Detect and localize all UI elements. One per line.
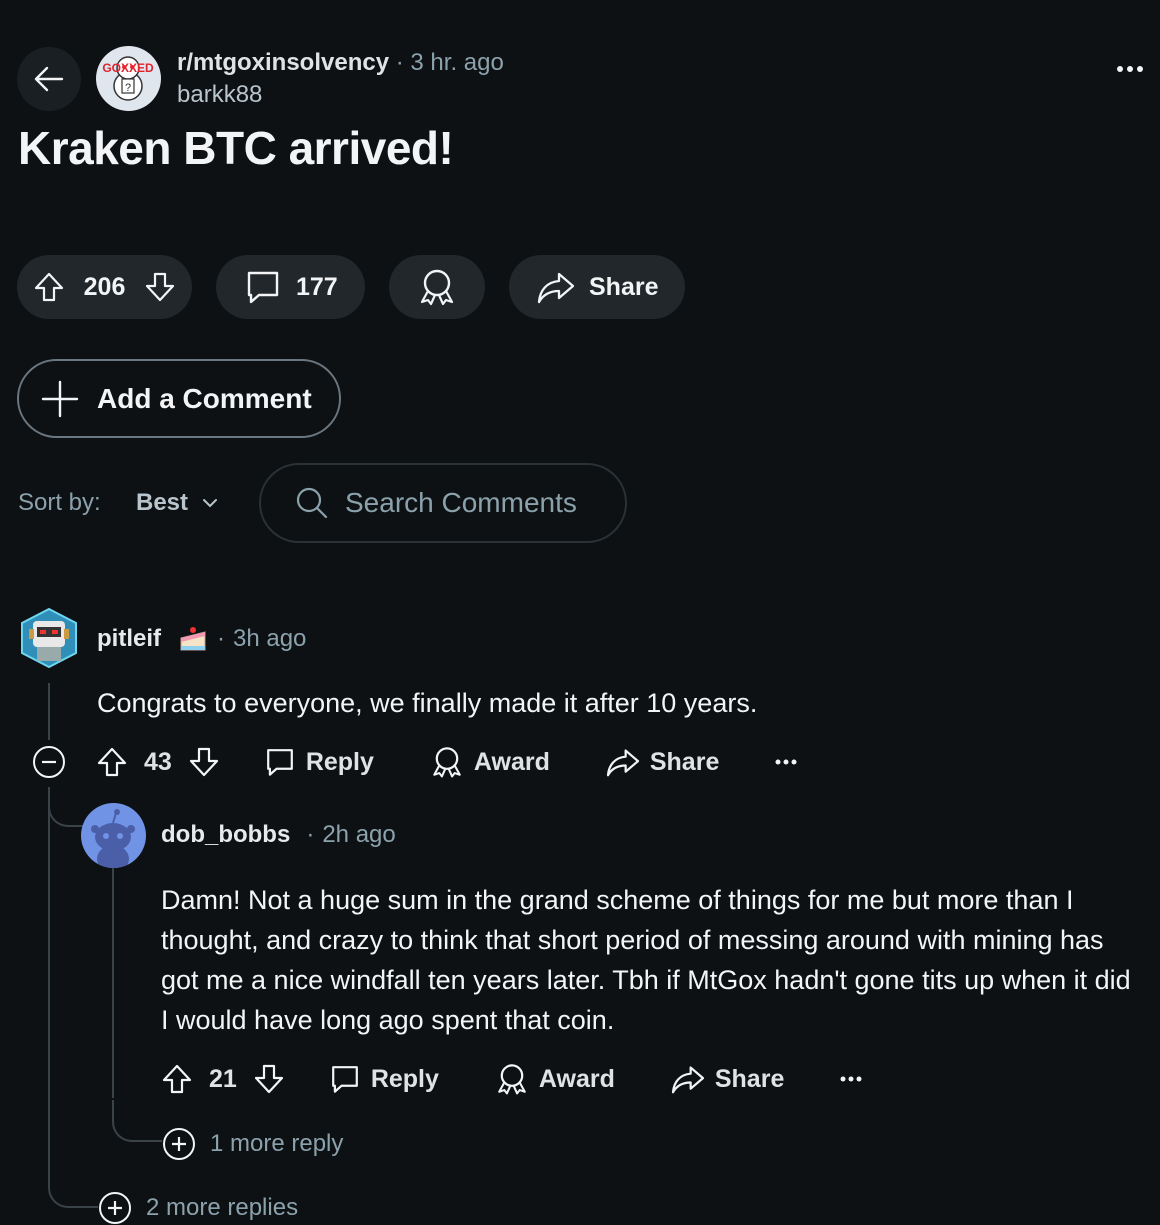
back-button[interactable]	[17, 47, 81, 111]
upvote-icon[interactable]	[96, 746, 128, 778]
more-replies-button[interactable]: 1 more reply	[162, 1127, 344, 1161]
share-arrow-icon	[606, 749, 639, 777]
vote-pill: 206	[17, 255, 192, 319]
thread-line	[48, 787, 50, 1187]
share-button[interactable]: Share	[606, 747, 719, 777]
comment-time: 2h ago	[322, 821, 396, 848]
more-horizontal-icon[interactable]	[775, 758, 797, 766]
share-label: Share	[714, 1064, 785, 1093]
upvote-icon[interactable]	[161, 1063, 193, 1095]
add-comment-label: Add a Comment	[97, 382, 312, 414]
meta-dot: ·	[306, 821, 315, 848]
comment-count: 177	[296, 272, 338, 301]
more-replies-button[interactable]: 2 more replies	[98, 1191, 299, 1225]
downvote-icon[interactable]	[144, 271, 176, 303]
search-placeholder: Search Comments	[345, 487, 577, 518]
more-horizontal-icon	[1117, 66, 1143, 72]
more-replies-label: 1 more reply	[210, 1130, 344, 1157]
add-comment-button[interactable]: Add a Comment	[17, 359, 341, 438]
share-label: Share	[649, 747, 720, 776]
collapse-thread-icon[interactable]	[32, 745, 66, 779]
comment-actions: 21 Reply Award Share	[161, 1062, 862, 1096]
subreddit-name[interactable]: r/mtgoxinsolvency	[177, 49, 389, 76]
search-icon	[296, 487, 328, 519]
svg-text:?: ?	[125, 82, 131, 94]
comment-bubble-icon	[266, 749, 293, 776]
comment-bubble-icon	[331, 1066, 358, 1093]
share-label: Share	[589, 272, 659, 301]
goxxed-snoo-icon: ? GOXXED	[102, 56, 154, 101]
comment-vote-count: 43	[144, 747, 172, 776]
thread-curve	[48, 1170, 100, 1208]
comment-actions: 43 Reply Award Share	[32, 745, 797, 779]
thread-line	[112, 868, 114, 1098]
award-label: Award	[538, 1064, 615, 1093]
comment-username[interactable]: dob_bobbs	[161, 820, 290, 850]
post-author[interactable]: barkk88	[177, 80, 262, 110]
thread-line	[48, 683, 50, 740]
comment-header: pitleif · 3h ago	[97, 624, 306, 654]
comment-username[interactable]: pitleif	[97, 624, 161, 654]
reply-button[interactable]: Reply	[329, 1063, 439, 1095]
more-replies-label: 2 more replies	[146, 1194, 299, 1221]
share-button[interactable]: Share	[671, 1064, 784, 1094]
share-arrow-icon	[537, 272, 575, 304]
award-button[interactable]: Award	[430, 745, 550, 779]
plus-icon	[41, 380, 79, 417]
meta-dot: ·	[395, 49, 411, 76]
search-comments-input[interactable]: Search Comments	[259, 463, 627, 543]
downvote-icon[interactable]	[253, 1063, 285, 1095]
chevron-down-icon	[203, 499, 218, 508]
cake-day-icon	[180, 627, 206, 651]
reply-button[interactable]: Reply	[264, 746, 374, 778]
expand-plus-icon	[99, 1192, 131, 1224]
user-avatar[interactable]	[19, 607, 79, 669]
award-button[interactable]	[389, 255, 485, 319]
post-time: 3 hr. ago	[410, 49, 504, 76]
share-arrow-icon	[671, 1066, 704, 1094]
user-avatar[interactable]	[81, 803, 146, 868]
comment-vote-count: 21	[209, 1064, 237, 1093]
arrow-left-icon	[34, 66, 64, 92]
downvote-icon[interactable]	[188, 746, 220, 778]
award-button[interactable]: Award	[495, 1062, 615, 1096]
meta-dot: ·	[217, 625, 225, 652]
award-label: Award	[473, 747, 550, 776]
comment-header: dob_bobbs · 2h ago	[161, 820, 396, 850]
robot-avatar-icon	[21, 607, 77, 669]
award-icon	[420, 269, 454, 306]
award-icon	[498, 1064, 526, 1095]
expand-plus-icon	[163, 1128, 195, 1160]
sort-dropdown[interactable]: Best	[136, 488, 218, 518]
subreddit-avatar[interactable]: ? GOXXED	[96, 46, 161, 111]
comment-body: Congrats to everyone, we finally made it…	[97, 688, 758, 718]
comments-button[interactable]: 177	[216, 255, 365, 319]
sort-label: Sort by:	[18, 489, 101, 516]
svg-text:GOXXED: GOXXED	[102, 61, 154, 75]
reply-label: Reply	[370, 1064, 439, 1093]
more-horizontal-icon[interactable]	[840, 1075, 862, 1083]
upvote-icon[interactable]	[33, 271, 65, 303]
post-title: Kraken BTC arrived!	[18, 122, 454, 174]
thread-curve	[112, 1100, 164, 1142]
reply-label: Reply	[305, 747, 374, 776]
comment-bubble-icon	[247, 271, 279, 304]
sort-value: Best	[136, 489, 189, 516]
vote-count: 206	[83, 272, 126, 301]
more-options-button[interactable]	[1116, 64, 1144, 74]
comment-body: Damn! Not a huge sum in the grand scheme…	[161, 885, 1131, 1035]
snoo-avatar-icon	[91, 809, 135, 868]
post-meta: r/mtgoxinsolvency · 3 hr. ago	[177, 48, 504, 78]
thread-curve	[48, 787, 84, 827]
share-button[interactable]: Share	[509, 255, 685, 319]
comment-time: 3h ago	[233, 625, 307, 652]
award-icon	[433, 747, 461, 778]
